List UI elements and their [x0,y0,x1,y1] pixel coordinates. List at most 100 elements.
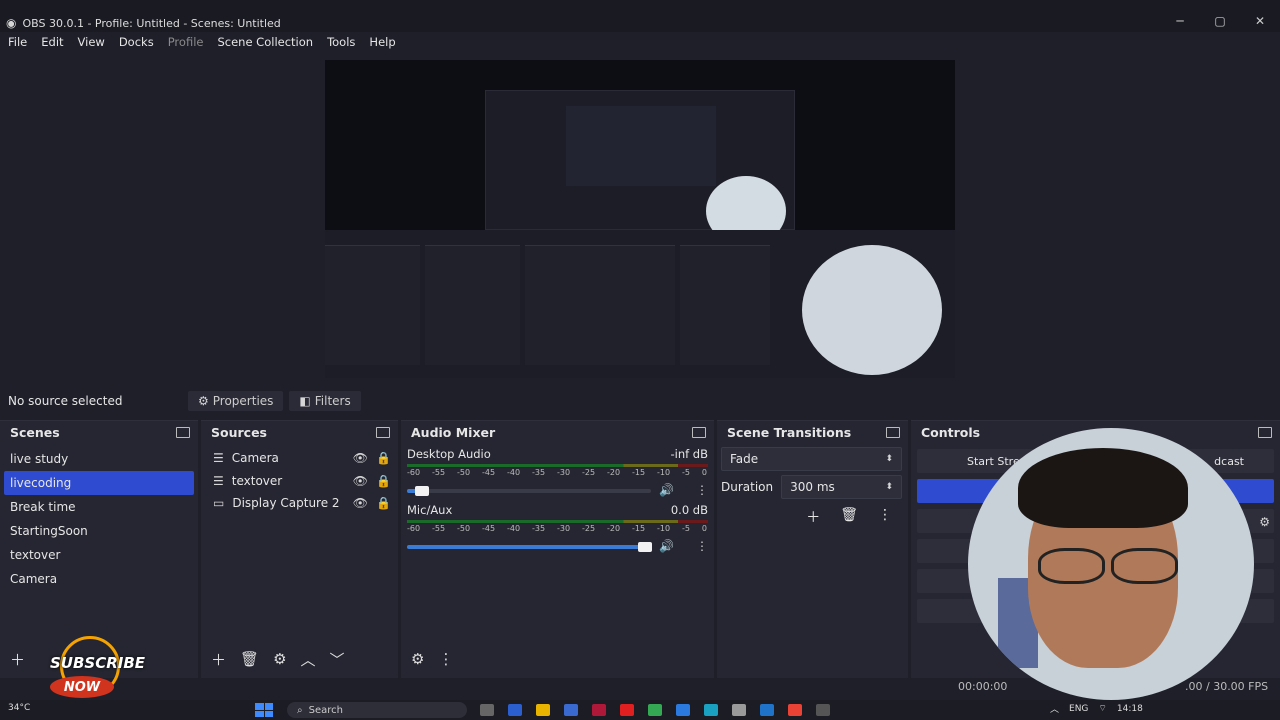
undock-icon[interactable] [1258,426,1272,438]
scene-item-break-time[interactable]: Break time [0,495,198,519]
scene-transitions-title: Scene Transitions [727,424,852,440]
maximize-button[interactable]: ▢ [1200,14,1240,28]
gear-icon: ⚙ [198,394,209,408]
meter-tick: -35 [532,468,546,477]
source-row-camera[interactable]: ☰ Camera 👁 🔒 [201,447,398,470]
weather-temp[interactable]: 34°C [8,703,30,713]
preview-facecam [802,245,942,375]
preview-area[interactable] [0,52,1280,382]
volume-slider[interactable] [407,486,652,496]
app-icon[interactable] [564,704,578,716]
app-icon[interactable] [704,704,718,716]
meter-tick: -40 [507,468,521,477]
volume-slider[interactable] [407,542,652,552]
menu-help[interactable]: Help [369,35,395,49]
system-tray: ︿ ENG ⌔ 14:18 [1050,702,1143,716]
meter-tick: 0 [701,468,707,477]
eye-icon[interactable]: 👁 [353,474,368,488]
taskbar-search[interactable]: ⌕ Search [287,702,467,718]
undock-icon[interactable] [692,426,706,438]
menu-file[interactable]: File [8,35,27,49]
undock-icon[interactable] [176,426,190,438]
no-source-label: No source selected [8,394,123,408]
menu-tools[interactable]: Tools [327,35,355,49]
menu-scene-collection[interactable]: Scene Collection [217,35,313,49]
scene-item-camera[interactable]: Camera [0,567,198,591]
meter-tick: -60 [407,468,421,477]
scene-item-live-study[interactable]: live study [0,447,198,471]
channel-db: -inf dB [670,447,708,461]
vscode-icon[interactable] [760,704,774,716]
filters-button[interactable]: ◧ Filters [289,391,361,411]
add-scene-button[interactable]: ＋ [10,649,25,670]
scene-item-livecoding[interactable]: livecoding [4,471,194,495]
controls-title: Controls [921,424,981,440]
duration-label: Duration [721,480,774,494]
youtube-icon[interactable] [620,704,634,716]
lock-icon[interactable]: 🔒 [376,451,398,465]
status-bar: 00:00:00 .00 / 30.00 FPS [900,680,1280,696]
preview-panel-transitions [680,245,770,365]
menu-view[interactable]: View [78,35,105,49]
move-down-button[interactable]: ﹀ [330,649,345,670]
remove-source-button[interactable]: 🗑 [240,650,259,668]
folder-icon[interactable] [536,704,550,716]
preview-canvas[interactable] [325,60,955,378]
mixer-channel-desktop-audio: Desktop Audio -inf dB -60 -55 -50 -45 -40 -35… [401,447,714,497]
transition-menu-icon[interactable]: ⋮ [878,507,892,527]
move-up-button[interactable]: ︿ [301,649,316,670]
mixer-menu-icon[interactable]: ⋮ [438,650,453,668]
app-icon[interactable] [732,704,746,716]
gear-icon[interactable]: ⚙ [1259,515,1270,529]
window-controls: ─ ▢ ✕ [1160,14,1280,28]
menu-edit[interactable]: Edit [41,35,63,49]
undock-icon[interactable] [886,426,900,438]
scenes-dock-header: Scenes [0,421,198,443]
windows-start-icon[interactable] [255,703,273,717]
add-source-button[interactable]: ＋ [211,649,226,670]
add-transition-button[interactable]: ＋ [806,507,820,527]
eye-icon[interactable]: 👁 [353,451,368,465]
more-options-icon[interactable]: ⋮ [696,483,708,497]
minimize-button[interactable]: ─ [1160,14,1200,28]
lock-icon[interactable]: 🔒 [376,474,398,488]
source-row-textover[interactable]: ☰ textover 👁 🔒 [201,470,398,493]
meter-tick: -25 [582,524,596,533]
speaker-icon[interactable]: 🔊 [659,483,674,497]
audio-mixer-dock: Audio Mixer Desktop Audio -inf dB -60 -55… [401,420,714,678]
source-row-display-capture-2[interactable]: ▭ Display Capture 2 👁 🔒 [201,492,398,515]
eye-icon[interactable]: 👁 [353,496,368,510]
source-properties-button[interactable]: ⚙ [273,650,286,668]
app-icon[interactable] [676,704,690,716]
speaker-icon[interactable]: 🔊 [659,539,674,553]
meter-tick: -30 [557,524,571,533]
lock-icon[interactable]: 🔒 [376,496,398,510]
menu-profile[interactable]: Profile [168,35,204,49]
audio-mixer-title: Audio Mixer [411,424,496,440]
mixer-channel-mic-aux: Mic/Aux 0.0 dB -60 -55 -50 -45 -40 -35 -30 -25-… [401,503,714,553]
obs-icon[interactable] [816,704,830,716]
menu-docks[interactable]: Docks [119,35,154,49]
close-button[interactable]: ✕ [1240,14,1280,28]
tray-chevron-icon[interactable]: ︿ [1050,702,1059,715]
more-options-icon[interactable]: ⋮ [696,539,708,553]
remove-transition-button[interactable]: 🗑 [840,507,858,527]
lang-indicator[interactable]: ENG [1069,704,1088,714]
advanced-audio-icon[interactable]: ⚙ [411,650,424,668]
app-icon[interactable] [480,704,494,716]
app-icon[interactable] [508,704,522,716]
app-icon[interactable] [592,704,606,716]
properties-button[interactable]: ⚙ Properties [188,391,284,411]
chrome-icon[interactable] [788,704,802,716]
transition-select[interactable]: Fade ⬍ [721,447,902,471]
wifi-icon[interactable]: ⌔ [1098,703,1106,714]
undock-icon[interactable] [376,426,390,438]
clock[interactable]: 14:18 [1117,704,1143,714]
meter-tick: -60 [407,524,421,533]
meter-tick: -15 [632,468,646,477]
duration-spinbox[interactable]: 300 ms ⬍ [781,475,902,499]
facecam-overlay [968,428,1254,700]
scene-item-textover[interactable]: textover [0,543,198,567]
scene-item-startingsoon[interactable]: StartingSoon [0,519,198,543]
chrome-icon[interactable] [648,704,662,716]
